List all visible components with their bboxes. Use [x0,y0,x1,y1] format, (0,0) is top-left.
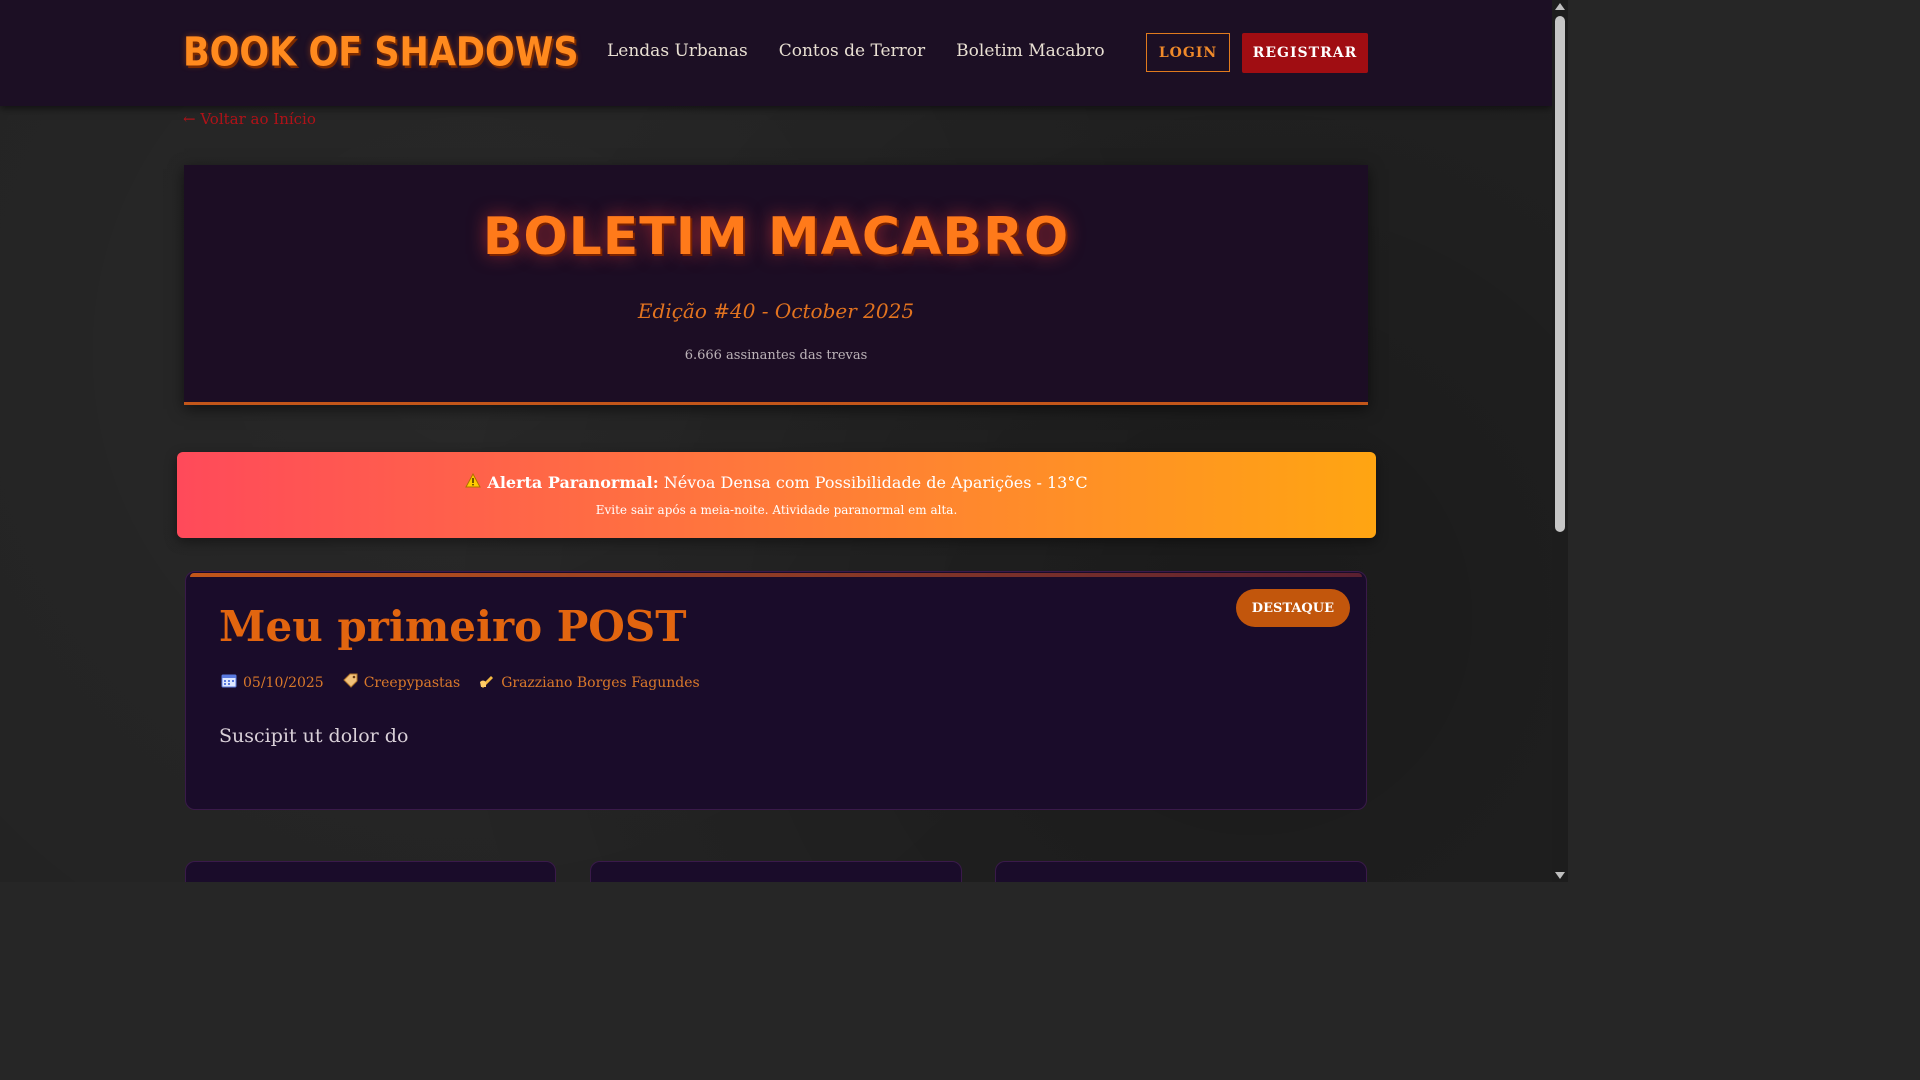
main-nav: Lendas Urbanas Contos de Terror Boletim … [607,41,1105,61]
nav-link-boletim-macabro[interactable]: Boletim Macabro [956,41,1104,61]
register-button[interactable]: REGISTRAR [1242,33,1368,73]
post-meta: 05/10/2025 Creepypastas Grazziano Borges… [221,673,700,692]
scrollbar-thumb[interactable] [1555,16,1565,532]
alert-subtext: Evite sair após a meia-noite. Atividade … [595,503,958,517]
site-logo[interactable]: BOOK OF SHADOWS [183,30,579,76]
post-excerpt: Suscipit ut dolor do [219,725,409,747]
tag-icon [342,673,358,692]
site-header: BOOK OF SHADOWS Lendas Urbanas Contos de… [0,0,1552,106]
post-title[interactable]: Meu primeiro POST [219,602,686,651]
writing-hand-icon [479,673,495,692]
alert-label: Alerta Paranormal: [487,473,659,492]
post-accent-bar [190,573,1362,577]
back-to-home-link[interactable]: ← Voltar ao Início [183,110,316,128]
edition-label: Edição #40 - October 2025 [637,299,915,323]
post-date: 05/10/2025 [221,673,324,692]
subscriber-count: 6.666 assinantes das trevas [684,348,868,363]
page: BOOK OF SHADOWS Lendas Urbanas Contos de… [0,0,1552,882]
post-author: Grazziano Borges Fagundes [479,673,700,692]
scroll-up-arrow-icon[interactable] [1555,3,1565,10]
post-card-preview[interactable] [590,861,962,882]
paranormal-alert-banner: Alerta Paranormal: Névoa Densa com Possi… [177,452,1376,538]
post-category-text[interactable]: Creepypastas [364,675,461,691]
post-date-text: 05/10/2025 [243,674,324,691]
featured-post-card[interactable]: DESTAQUE Meu primeiro POST 05/10/2025 Cr… [185,571,1367,810]
featured-badge: DESTAQUE [1235,589,1350,627]
post-card-preview[interactable] [185,861,556,882]
post-author-text: Grazziano Borges Fagundes [501,674,700,691]
nav-link-contos-de-terror[interactable]: Contos de Terror [779,41,925,61]
hero-title: BOLETIM MACABRO [482,207,1070,267]
alert-message: Névoa Densa com Possibilidade de Apariçõ… [663,473,1088,492]
post-category: Creepypastas [342,673,461,692]
alert-main-line: Alerta Paranormal: Névoa Densa com Possi… [177,472,1376,492]
warning-icon [465,472,482,492]
post-card-preview[interactable] [995,861,1367,882]
newsletter-hero: BOLETIM MACABRO Edição #40 - October 202… [184,165,1368,405]
login-button[interactable]: LOGIN [1146,33,1230,72]
vertical-scrollbar[interactable] [1552,0,1568,882]
scroll-down-arrow-icon[interactable] [1555,872,1565,879]
calendar-icon [221,673,237,692]
nav-link-lendas-urbanas[interactable]: Lendas Urbanas [607,41,748,61]
